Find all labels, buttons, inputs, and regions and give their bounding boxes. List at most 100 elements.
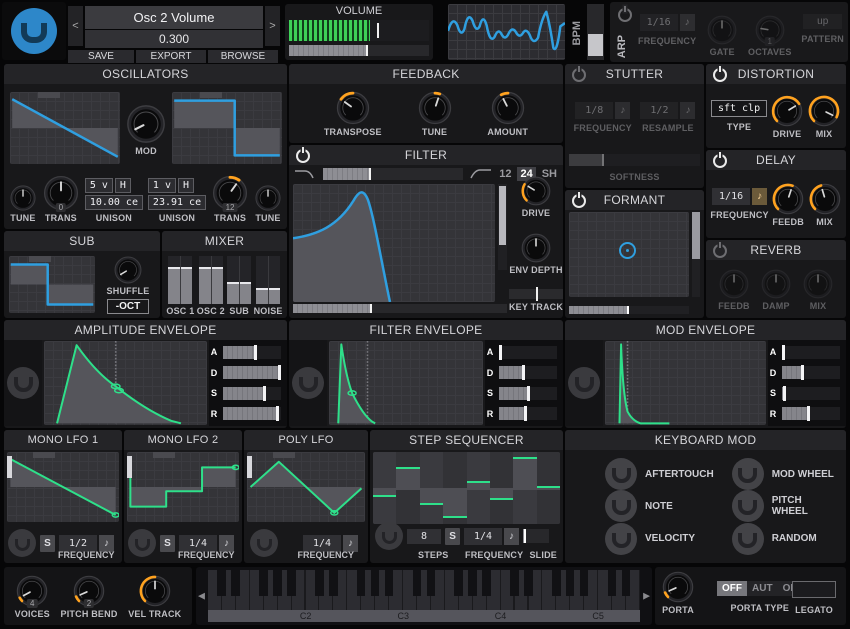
filter-drive-knob[interactable]: DRIVE (520, 175, 552, 218)
porta-type-option-off[interactable]: OFF (717, 581, 747, 596)
osc1-unison-control[interactable]: 5 vH 10.00 ce (84, 178, 143, 210)
poly-lfo-mod-source[interactable] (250, 529, 278, 557)
seq-step[interactable] (443, 452, 467, 524)
legato-toggle[interactable] (792, 581, 836, 598)
mod-source-note[interactable]: NOTE (605, 490, 714, 523)
osc2-unison-control[interactable]: 1 vH 23.91 ce (147, 178, 207, 210)
save-button[interactable]: SAVE (68, 50, 134, 63)
black-key[interactable] (287, 570, 296, 596)
step-seq-frequency-selector[interactable]: 1/4 ♪ (464, 527, 520, 545)
filter-cutoff-slider[interactable] (323, 168, 464, 180)
poly-lfo-display[interactable] (247, 452, 365, 522)
note-icon[interactable]: ♪ (219, 534, 234, 552)
formant-xy-pad[interactable] (569, 212, 689, 297)
arp-octaves-knob[interactable]: 1 OCTAVES (748, 14, 792, 57)
note-icon[interactable]: ♪ (679, 14, 695, 31)
reverb-feedback-knob[interactable]: FEEDB (718, 268, 750, 311)
step-sequencer-display[interactable] (373, 452, 560, 524)
black-key[interactable] (510, 570, 519, 596)
reverb-power-icon[interactable] (713, 244, 727, 258)
black-key[interactable] (426, 570, 436, 596)
env-r-slider[interactable] (223, 406, 281, 422)
lfo1-sync-button[interactable]: S (40, 534, 55, 552)
porta-type-selector[interactable]: OFF AUT ON (717, 581, 803, 596)
step-seq-steps-selector[interactable]: 8 (407, 528, 442, 544)
black-key[interactable] (231, 570, 241, 596)
formant-position-dot[interactable] (618, 242, 636, 260)
sub-wave-display[interactable] (9, 256, 95, 313)
seq-step[interactable] (536, 452, 560, 524)
black-key[interactable] (273, 570, 282, 596)
poly-lfo-frequency-selector[interactable]: 1/4 ♪ (303, 534, 358, 552)
env-d-slider[interactable] (782, 365, 840, 381)
patch-next-button[interactable]: > (265, 6, 280, 46)
poly-lfo-amount-handle[interactable] (247, 456, 252, 478)
black-key[interactable] (259, 570, 268, 596)
sub-wave-selector-tab[interactable] (29, 256, 51, 262)
porta-type-option-aut[interactable]: AUT (747, 581, 778, 596)
note-icon[interactable]: ♪ (99, 534, 114, 552)
formant-y-slider[interactable] (692, 212, 700, 297)
keyboard[interactable]: C2 C3 C4 C5 (208, 570, 640, 622)
formant-x-slider[interactable] (569, 306, 689, 314)
stutter-softness-slider[interactable] (569, 154, 700, 166)
volume-slider[interactable] (289, 45, 429, 56)
env-a-slider[interactable] (223, 344, 281, 360)
formant-power-icon[interactable] (572, 194, 586, 208)
black-key[interactable] (384, 570, 394, 596)
mod-source-aftertouch[interactable]: AFTERTOUCH (605, 458, 714, 491)
env-r-slider[interactable] (499, 406, 557, 422)
mod-wheel-icon[interactable] (605, 490, 637, 523)
mixer-slider-osc2[interactable] (198, 256, 223, 304)
osc1-wave-selector-tab[interactable] (38, 92, 60, 98)
distortion-power-icon[interactable] (713, 68, 727, 82)
lfo1-amount-handle[interactable] (7, 456, 12, 478)
mono-lfo2-display[interactable] (127, 452, 239, 522)
mod-source-velocity[interactable]: VELOCITY (605, 522, 714, 555)
arp-gate-knob[interactable]: GATE (706, 14, 738, 57)
env-s-slider[interactable] (782, 385, 840, 401)
black-key[interactable] (524, 570, 533, 596)
env-d-slider[interactable] (499, 365, 557, 381)
delay-power-icon[interactable] (713, 154, 727, 168)
black-key[interactable] (356, 570, 366, 596)
filter-env-display[interactable] (329, 341, 483, 425)
note-icon[interactable]: ♪ (504, 527, 520, 545)
feedback-amount-knob[interactable]: AMOUNT (487, 90, 528, 137)
note-icon[interactable]: ♪ (343, 534, 358, 552)
filter-resonance-slider[interactable] (498, 184, 507, 270)
seq-step[interactable] (419, 452, 444, 524)
mod-source-pitch-wheel[interactable]: PITCH WHEEL (731, 490, 836, 523)
filter-response-display[interactable] (293, 184, 495, 302)
lfo2-sync-button[interactable]: S (160, 534, 175, 552)
delay-frequency-selector[interactable]: 1/16 ♪ (712, 188, 768, 205)
env-a-slider[interactable] (499, 344, 557, 360)
black-key[interactable] (370, 570, 380, 596)
seq-step[interactable] (513, 452, 537, 524)
env-d-slider[interactable] (223, 365, 282, 381)
step-seq-slide-slider[interactable] (523, 529, 550, 543)
lfo1-mod-source[interactable] (8, 529, 36, 557)
black-key[interactable] (579, 570, 589, 596)
mod-wheel-icon[interactable] (605, 522, 637, 555)
seq-step[interactable] (489, 452, 514, 524)
patch-prev-button[interactable]: < (68, 6, 83, 46)
reverb-mix-knob[interactable]: MIX (802, 268, 834, 311)
lfo1-wave-selector-tab[interactable] (33, 452, 55, 458)
vel-track-knob[interactable]: VEL TRACK (128, 574, 181, 619)
note-icon[interactable]: ♪ (680, 102, 696, 119)
filter-power-icon[interactable] (296, 149, 310, 163)
feedback-transpose-knob[interactable]: TRANSPOSE (324, 90, 382, 137)
black-key[interactable] (468, 570, 477, 596)
patch-value[interactable]: 0.300 (85, 30, 263, 48)
seq-step[interactable] (466, 452, 490, 524)
cross-mod-knob[interactable]: MOD (125, 103, 167, 156)
black-key[interactable] (482, 570, 491, 596)
black-key[interactable] (328, 570, 338, 596)
stutter-power-icon[interactable] (572, 68, 586, 82)
bpm-slider[interactable] (587, 4, 604, 60)
amp-env-display[interactable] (44, 341, 207, 425)
black-key[interactable] (217, 570, 227, 596)
mixer-slider-noise[interactable] (256, 256, 281, 304)
mod-env-mod-source[interactable] (565, 340, 603, 426)
